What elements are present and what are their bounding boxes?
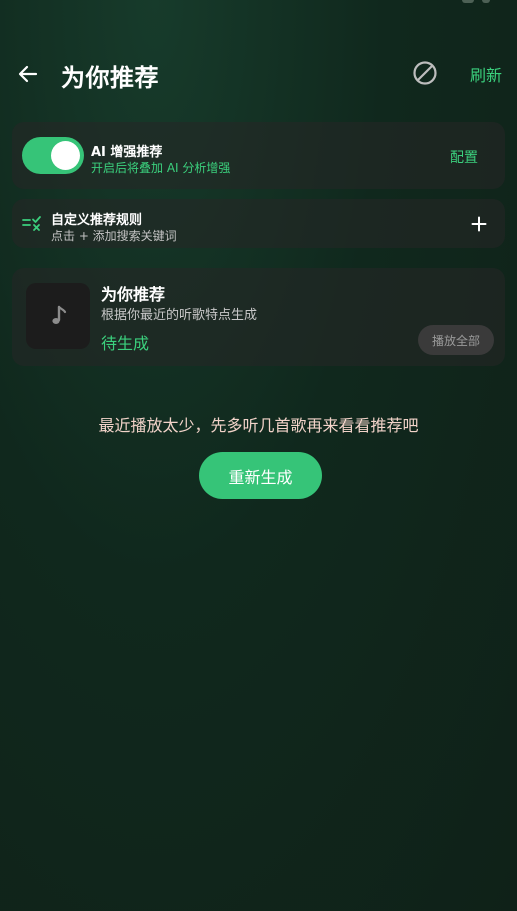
music-note-icon — [52, 305, 67, 324]
back-button[interactable] — [12, 58, 44, 90]
toggle-knob — [51, 141, 80, 170]
recommend-subtitle: 根据你最近的听歌特点生成 — [101, 308, 258, 323]
config-button[interactable]: 配置 — [450, 147, 478, 167]
signal-icon — [482, 0, 490, 3]
page-title: 为你推荐 — [61, 64, 159, 92]
list-check-icon — [22, 216, 41, 231]
custom-rules-subtitle: 点击 + 添加搜索关键词 — [51, 229, 177, 243]
recommend-title: 为你推荐 — [101, 285, 166, 304]
top-bar: 为你推荐 刷新 — [0, 48, 517, 100]
block-button[interactable] — [410, 58, 440, 88]
playlist-cover — [26, 283, 90, 349]
status-bar — [0, 0, 517, 6]
play-all-button[interactable]: 播放全部 — [418, 325, 494, 355]
custom-rules-card[interactable]: 自定义推荐规则 点击 + 添加搜索关键词 — [12, 199, 505, 248]
add-rule-button[interactable] — [467, 212, 491, 236]
ai-enhance-title: AI 增强推荐 — [91, 145, 163, 160]
battery-icon — [462, 0, 474, 3]
ai-enhance-toggle[interactable] — [22, 137, 84, 174]
regenerate-button[interactable]: 重新生成 — [199, 452, 322, 499]
recommend-card[interactable]: 为你推荐 根据你最近的听歌特点生成 待生成 播放全部 — [12, 268, 505, 366]
plus-icon — [471, 216, 487, 232]
ai-enhance-subtitle: 开启后将叠加 AI 分析增强 — [91, 161, 231, 175]
custom-rules-title: 自定义推荐规则 — [51, 213, 143, 228]
block-icon — [413, 61, 437, 85]
refresh-button[interactable]: 刷新 — [470, 62, 502, 86]
empty-state-message: 最近播放太少，先多听几首歌再来看看推荐吧 — [98, 416, 419, 435]
recommend-status: 待生成 — [101, 334, 150, 353]
arrow-left-icon — [18, 65, 38, 83]
ai-enhance-card: AI 增强推荐 开启后将叠加 AI 分析增强 配置 — [12, 122, 505, 189]
